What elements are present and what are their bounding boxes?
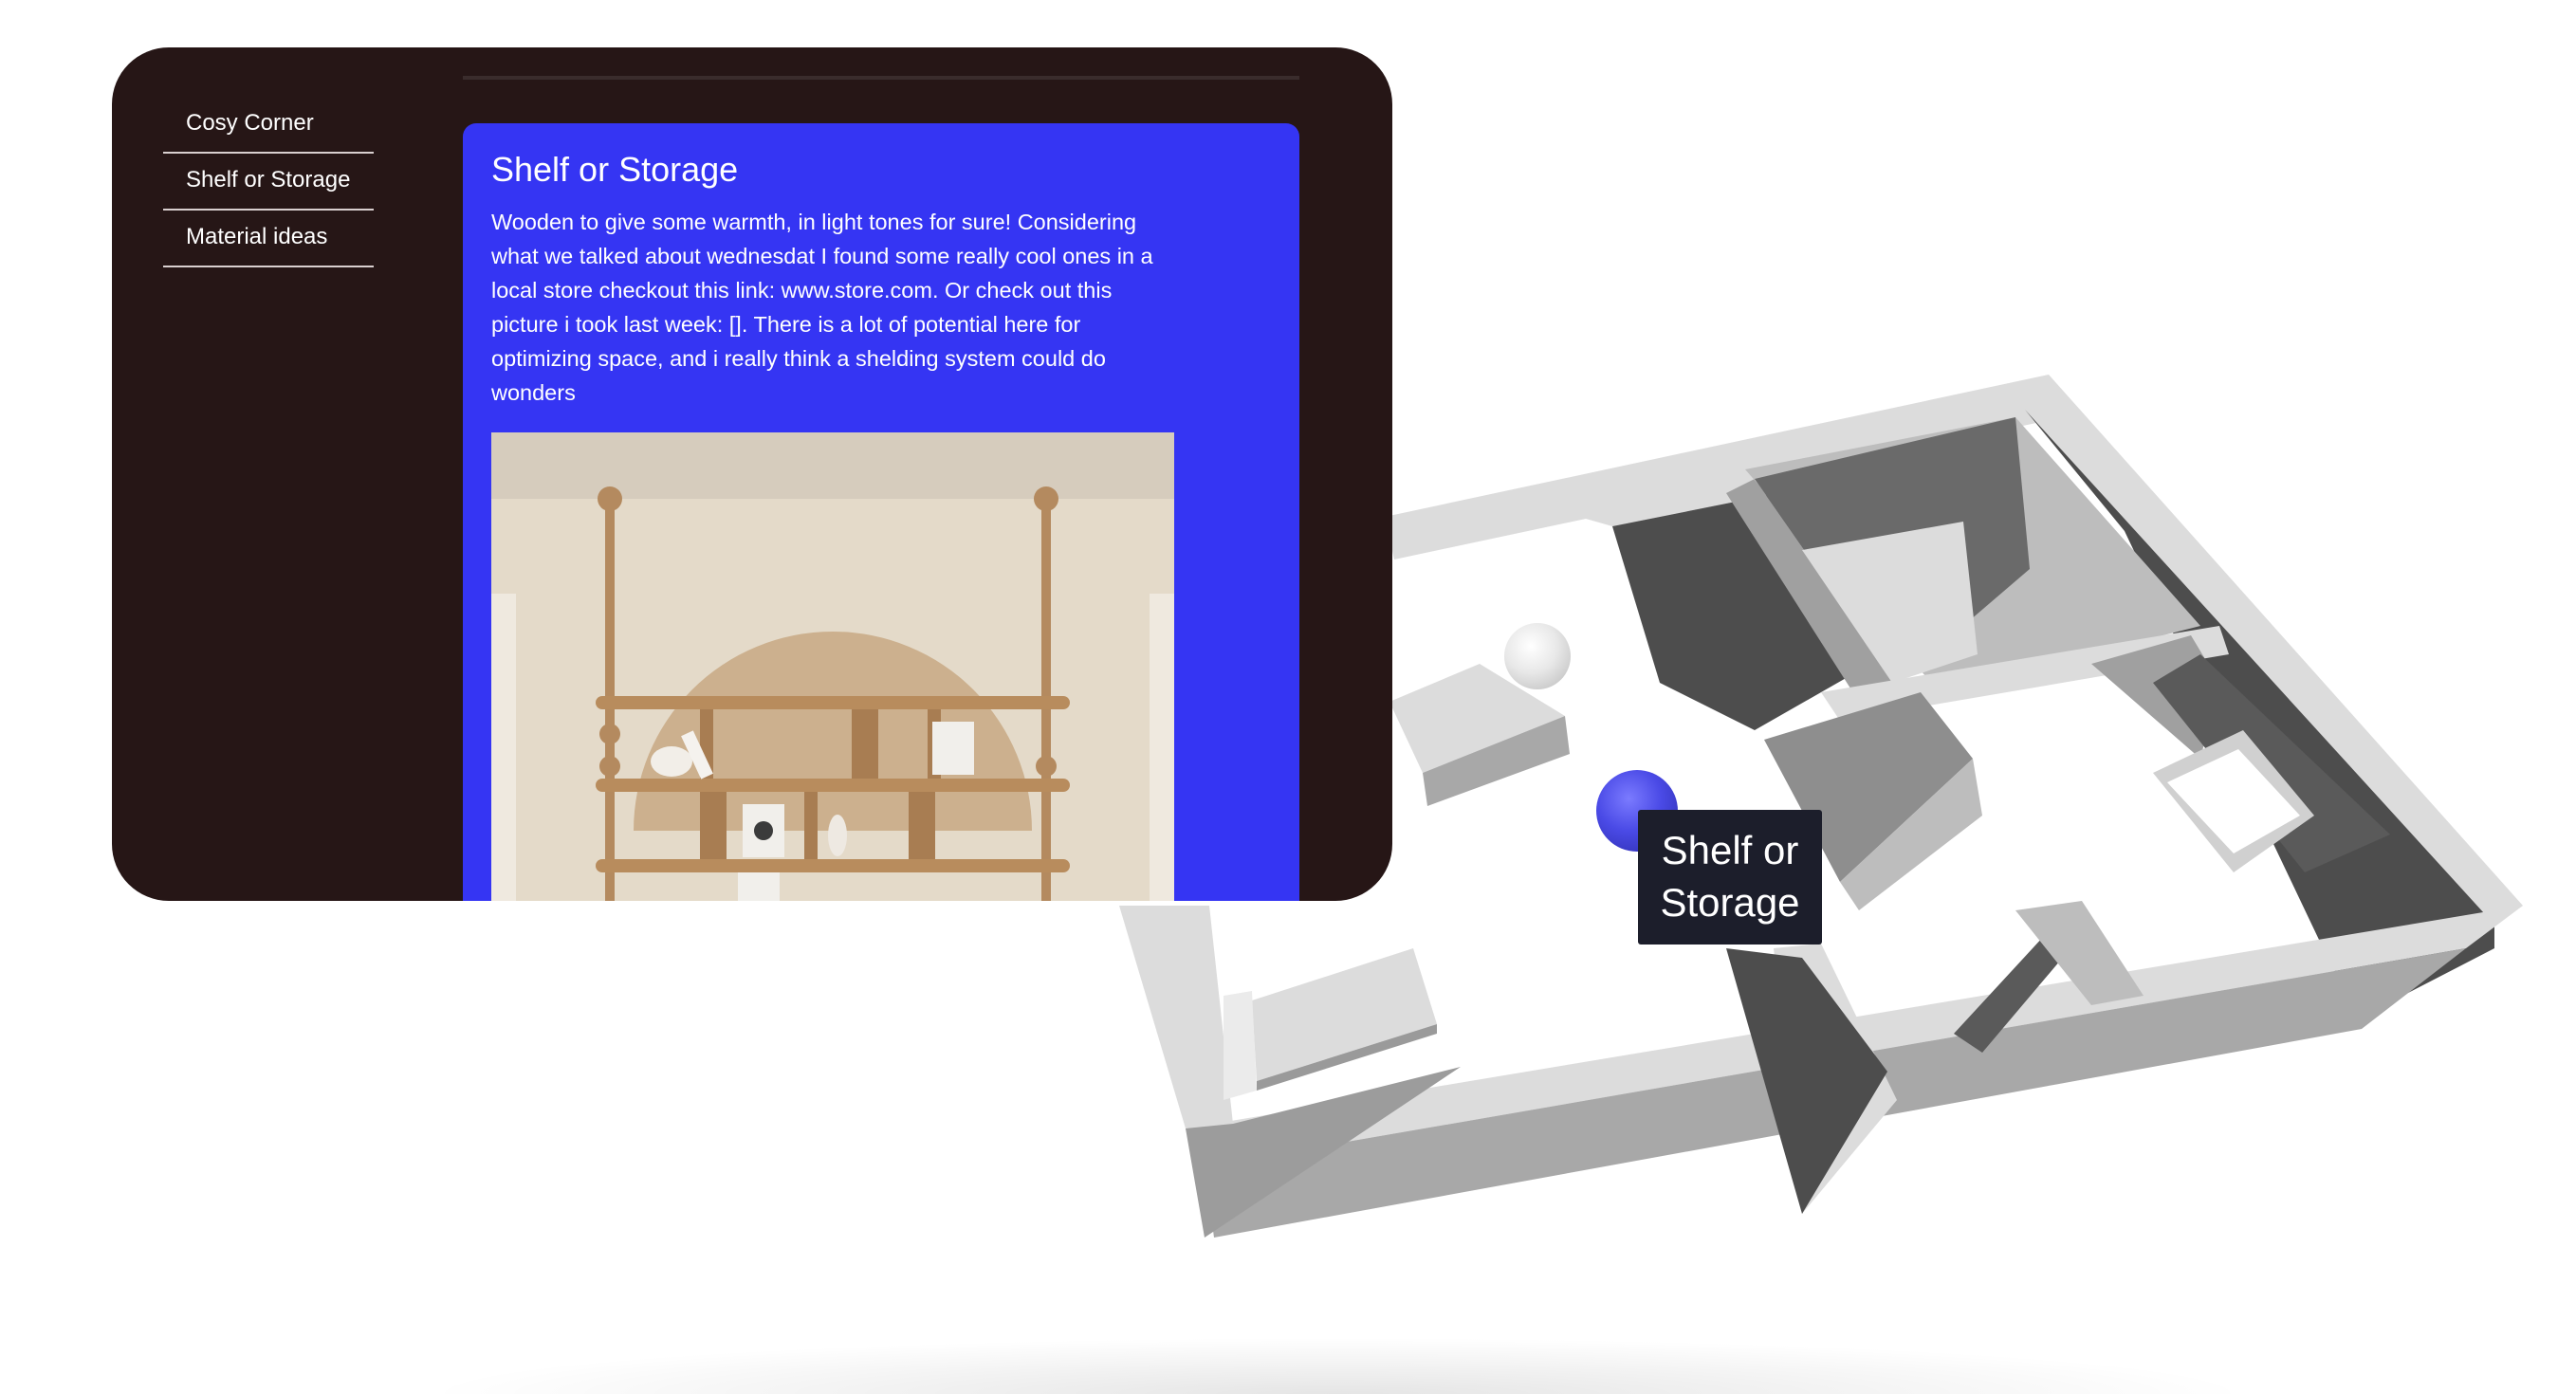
ground-shadow: [417, 1337, 2257, 1394]
sidebar-item-label: Shelf or Storage: [186, 167, 351, 193]
notes-panel: Cosy Corner Shelf or Storage Material id…: [112, 47, 1392, 901]
marker-tooltip: Shelf or Storage: [1638, 810, 1822, 945]
sidebar-item-label: Cosy Corner: [186, 110, 314, 136]
sidebar-item-shelf-or-storage[interactable]: Shelf or Storage: [163, 154, 374, 211]
tooltip-label: Shelf or Storage: [1660, 828, 1800, 925]
note-card[interactable]: Shelf or Storage Wooden to give some war…: [463, 123, 1299, 901]
shelf-photo: [491, 432, 1174, 901]
sidebar-item-material-ideas[interactable]: Material ideas: [163, 211, 374, 267]
sidebar-item-label: Material ideas: [186, 224, 328, 249]
sidebar-nav: Cosy Corner Shelf or Storage Material id…: [163, 97, 374, 267]
note-body: Wooden to give some warmth, in light ton…: [491, 210, 1153, 405]
divider: [463, 76, 1299, 80]
location-marker-inactive[interactable]: [1504, 623, 1571, 689]
note-title: Shelf or Storage: [491, 150, 739, 189]
sidebar-item-cosy-corner[interactable]: Cosy Corner: [163, 97, 374, 154]
room-left-floor-strip: [1224, 991, 1257, 1100]
